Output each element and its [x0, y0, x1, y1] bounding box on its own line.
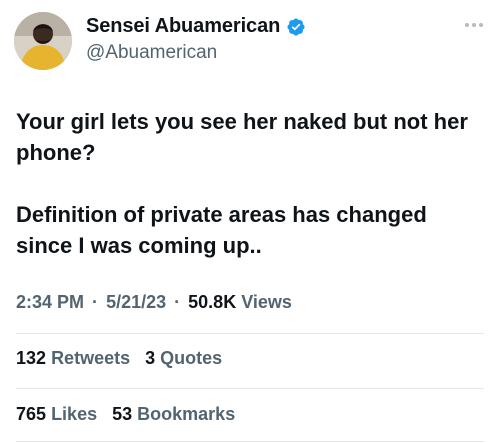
tweet-date[interactable]: 5/21/23 [106, 292, 166, 312]
likes-label: Likes [51, 404, 98, 424]
more-dot [465, 23, 469, 27]
retweets-stat[interactable]: 132 Retweets [16, 348, 130, 369]
quotes-label: Quotes [160, 348, 223, 368]
divider [16, 333, 484, 334]
retweets-label: Retweets [51, 348, 131, 368]
more-dot [479, 23, 483, 27]
divider [16, 441, 484, 442]
quotes-count: 3 [145, 348, 156, 368]
tweet-paragraph: Definition of private areas has changed … [16, 202, 427, 258]
engagement-row-likes: 765 Likes 53 Bookmarks [16, 404, 245, 425]
verified-badge-icon [286, 17, 306, 37]
bookmarks-stat[interactable]: 53 Bookmarks [112, 404, 235, 425]
quotes-stat[interactable]: 3 Quotes [145, 348, 222, 369]
retweets-count: 132 [16, 348, 47, 368]
views-label: Views [241, 292, 292, 312]
bookmarks-label: Bookmarks [137, 404, 236, 424]
tweet-text: Your girl lets you see her naked but not… [16, 106, 486, 261]
more-options-icon[interactable] [462, 20, 486, 30]
author-handle[interactable]: @Abuamerican [86, 42, 217, 64]
tweet-time[interactable]: 2:34 PM [16, 292, 84, 312]
views-count: 50.8K [188, 292, 237, 312]
tweet-card: Sensei Abuamerican @Abuamerican Your gir… [0, 0, 500, 443]
author-display-name[interactable]: Sensei Abuamerican [86, 15, 280, 38]
engagement-row-retweets: 132 Retweets 3 Quotes [16, 348, 232, 369]
tweet-meta: 2:34 PM · 5/21/23 · 50.8K Views [16, 292, 292, 313]
likes-count: 765 [16, 404, 47, 424]
more-dot [472, 23, 476, 27]
meta-separator: · [174, 292, 181, 312]
divider [16, 388, 484, 389]
author-name-row: Sensei Abuamerican [86, 15, 306, 38]
bookmarks-count: 53 [112, 404, 133, 424]
tweet-paragraph: Your girl lets you see her naked but not… [16, 109, 468, 165]
avatar[interactable] [14, 12, 72, 70]
likes-stat[interactable]: 765 Likes [16, 404, 97, 425]
meta-separator: · [92, 292, 99, 312]
